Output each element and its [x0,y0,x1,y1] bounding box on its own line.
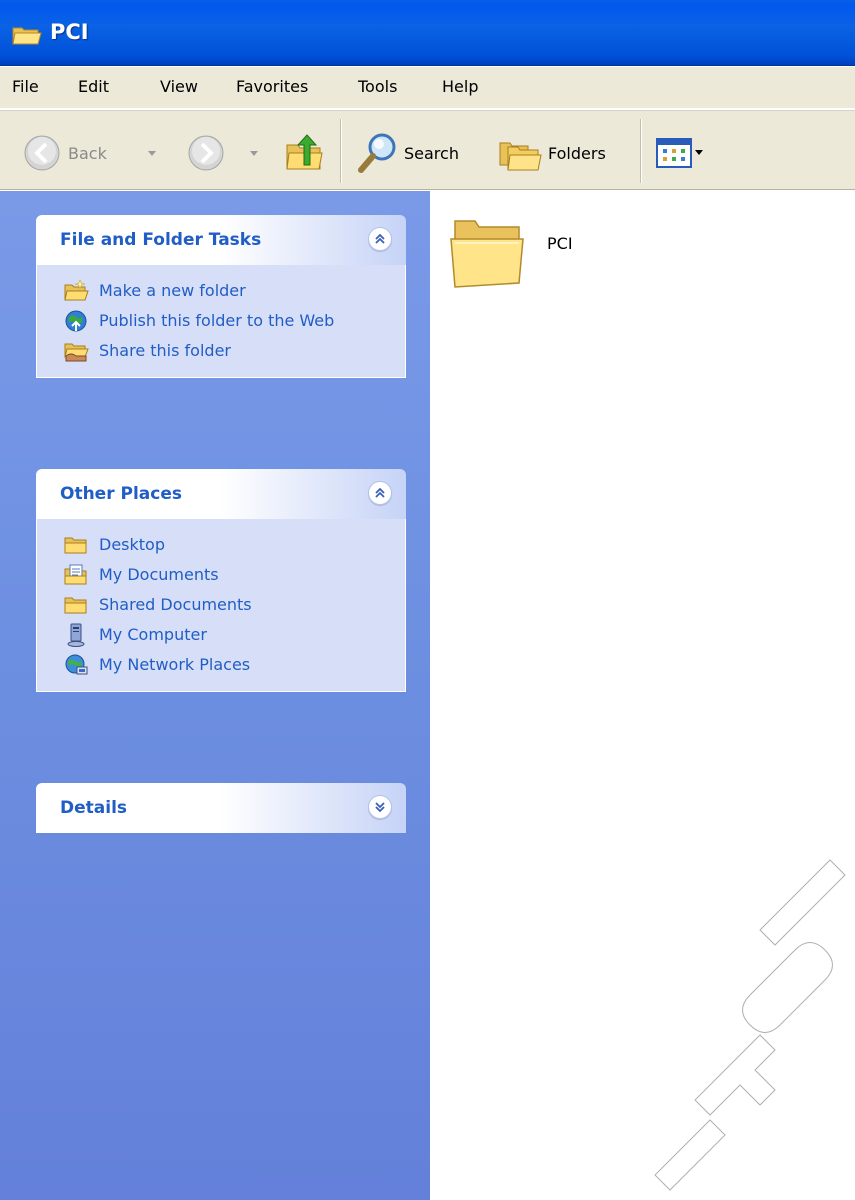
panel-header[interactable]: Details [36,783,406,833]
collapse-button[interactable] [368,227,392,251]
network-places-icon [65,654,88,675]
views-dropdown-icon[interactable] [695,150,703,155]
folder-icon [12,27,42,45]
task-make-new-folder[interactable]: Make a new folder [37,279,405,303]
publish-web-icon [65,310,87,332]
place-desktop[interactable]: Desktop [37,533,405,557]
menu-help[interactable]: Help [442,77,478,96]
window-title: PCI [50,20,89,44]
toolbar: Back Search Folders [0,110,855,190]
panel-header[interactable]: Other Places [36,469,406,519]
forward-dropdown-icon[interactable] [250,151,258,156]
task-label: Share this folder [99,341,231,360]
place-shared-documents[interactable]: Shared Documents [37,593,405,617]
other-places-panel: Other Places Desktop My Documents Shared… [36,469,406,692]
folder-icon [450,220,524,288]
back-button[interactable]: Back [22,133,107,173]
menu-tools[interactable]: Tools [358,77,397,96]
views-button[interactable] [656,138,692,168]
search-button[interactable]: Search [356,131,459,175]
details-panel: Details [36,783,406,833]
place-label: My Documents [99,565,219,584]
folders-icon [499,142,542,171]
place-label: My Computer [99,625,207,644]
task-label: Make a new folder [99,281,246,300]
chevron-up-icon [375,233,385,244]
menu-favorites[interactable]: Favorites [236,77,308,96]
menu-file[interactable]: File [12,77,39,96]
menu-view[interactable]: View [160,77,198,96]
my-documents-icon [64,564,87,585]
toolbar-separator [640,119,642,183]
forward-button[interactable] [186,133,226,173]
task-pane: File and Folder Tasks Make a new folder [0,191,430,1200]
file-item-pci[interactable]: PCI [449,211,573,289]
file-label: PCI [547,233,573,253]
panel-title: Other Places [60,484,182,504]
task-publish-web[interactable]: Publish this folder to the Web [37,309,405,333]
folders-label: Folders [548,143,606,163]
toolbar-separator [340,119,342,183]
task-label: Publish this folder to the Web [99,311,335,330]
back-arrow-icon [24,135,60,171]
folder-icon [64,597,87,614]
chevron-up-icon [375,487,385,498]
new-folder-icon [64,279,89,301]
panel-body: Make a new folder Publish this folder to… [36,265,406,378]
my-computer-icon [67,623,85,647]
up-folder-icon [286,134,323,170]
place-label: Shared Documents [99,595,252,614]
place-my-network-places[interactable]: My Network Places [37,653,405,677]
up-folder-button[interactable] [284,131,324,175]
place-my-computer[interactable]: My Computer [37,623,405,647]
title-bar[interactable]: PCI [0,0,855,66]
folders-button[interactable]: Folders [498,133,606,173]
views-icon [656,138,692,168]
back-label: Back [68,143,107,163]
chevron-down-icon [375,802,385,813]
expand-button[interactable] [368,795,392,819]
panel-header[interactable]: File and Folder Tasks [36,215,406,265]
share-folder-icon [64,343,89,362]
place-label: My Network Places [99,655,251,674]
panel-body: Desktop My Documents Shared Documents My… [36,519,406,692]
search-icon [358,133,396,173]
place-my-documents[interactable]: My Documents [37,563,405,587]
place-label: Desktop [99,535,165,554]
folder-icon [64,537,87,554]
watermark-decoration [654,859,846,1191]
back-dropdown-icon[interactable] [148,151,156,156]
file-folder-tasks-panel: File and Folder Tasks Make a new folder [36,215,406,378]
collapse-button[interactable] [368,481,392,505]
panel-title: Details [60,798,128,818]
search-label: Search [404,143,459,163]
panel-title: File and Folder Tasks [60,230,262,250]
menu-edit[interactable]: Edit [78,77,109,96]
menu-bar: File Edit View Favorites Tools Help [0,67,855,109]
task-share-folder[interactable]: Share this folder [37,339,405,363]
forward-arrow-icon [188,135,224,171]
